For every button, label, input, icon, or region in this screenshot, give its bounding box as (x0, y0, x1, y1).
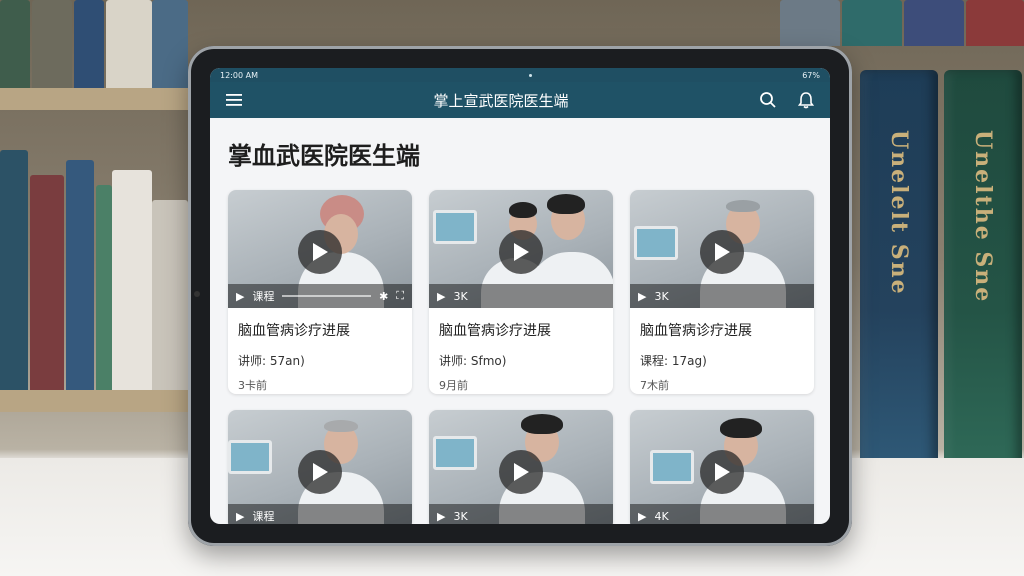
shelf-book (30, 175, 64, 390)
shelf-book (0, 0, 30, 88)
book-spine-text: Unelelt Sne (886, 130, 912, 296)
video-thumbnail[interactable]: ▶ 课程 (228, 410, 412, 524)
app-bar-actions (756, 88, 818, 112)
doctor-hair (547, 194, 585, 214)
shelf-book (842, 0, 902, 46)
doctor-hair (720, 418, 762, 438)
doctor-hair (726, 200, 760, 212)
shelf-book (74, 0, 104, 88)
tablet-device: 12:00 AM 67% 掌上宣武医院医生端 掌血武医院医生端 ▶ 课程 ✱ ⛶… (188, 46, 852, 546)
shelf-book (966, 0, 1024, 46)
play-icon[interactable] (499, 230, 543, 274)
monitor-shape (433, 210, 477, 244)
shelf-board (0, 390, 200, 412)
course-lecturer: 讲师: 57an) (238, 354, 305, 368)
course-title: 脑血管病诊疗进展 (238, 323, 350, 339)
shelf-book (152, 0, 188, 88)
page-title: 掌血武医院医生端 (228, 142, 420, 170)
course-date: 3卡前 (238, 379, 267, 392)
monitor-shape (433, 436, 477, 470)
book-spine: Unelelt Sne (860, 70, 938, 470)
video-controls: ▶ 3K (429, 284, 613, 308)
course-card[interactable]: ▶ 3K (429, 410, 613, 524)
course-title: 脑血管病诊疗进展 (439, 323, 551, 339)
camera-icon (194, 291, 200, 297)
book-spine-text: Unelthe Sne (970, 130, 996, 304)
status-bar: 12:00 AM 67% (210, 68, 830, 82)
settings-icon[interactable]: ✱ (379, 290, 388, 303)
shelf-book (112, 170, 152, 390)
status-time: 12:00 AM (220, 70, 258, 80)
fullscreen-icon[interactable]: ⛶ (396, 289, 404, 303)
play-icon[interactable] (298, 230, 342, 274)
video-controls: ▶ 课程 (228, 504, 412, 524)
play-small-icon[interactable]: ▶ (236, 290, 244, 303)
shelf-book (96, 185, 112, 390)
play-icon[interactable] (700, 450, 744, 494)
shelf-board (0, 88, 200, 110)
course-card[interactable]: ▶ 3K 脑血管病诊疗进展 课程: 17ag) 7木前 (630, 190, 814, 394)
video-controls: ▶ 3K (429, 504, 613, 524)
app-title: 掌上宣武医院医生端 (433, 91, 569, 110)
video-progress[interactable] (282, 295, 372, 297)
course-card[interactable]: ▶ 4K (630, 410, 814, 524)
video-thumbnail[interactable]: ▶ 3K (429, 410, 613, 524)
play-small-icon[interactable]: ▶ (437, 510, 445, 523)
status-battery: 67% (802, 70, 820, 80)
play-small-icon[interactable]: ▶ (638, 290, 646, 303)
course-card[interactable]: ▶ 3K 脑血管病诊疗进展 讲师: Sfmo) 9月前 (429, 190, 613, 394)
course-card[interactable]: ▶ 课程 (228, 410, 412, 524)
video-thumbnail[interactable]: ▶ 3K (630, 190, 814, 308)
video-label: 3K (654, 289, 669, 303)
play-icon[interactable] (298, 450, 342, 494)
doctor-hair (521, 414, 563, 434)
video-thumbnail[interactable]: ▶ 4K (630, 410, 814, 524)
doctor-hair (324, 420, 358, 432)
doctor-hair (509, 202, 537, 218)
video-label: 3K (453, 289, 468, 303)
play-small-icon[interactable]: ▶ (236, 510, 244, 523)
menu-icon[interactable] (222, 88, 246, 112)
course-card[interactable]: ▶ 课程 ✱ ⛶ 脑血管病诊疗进展 讲师: 57an) 3卡前 (228, 190, 412, 394)
play-icon[interactable] (700, 230, 744, 274)
course-lecturer: 讲师: Sfmo) (439, 354, 507, 368)
book-spine: Unelthe Sne (944, 70, 1022, 470)
video-label: 3K (453, 509, 468, 523)
bell-icon[interactable] (794, 88, 818, 112)
video-label: 4K (654, 509, 669, 523)
monitor-shape (228, 440, 272, 474)
course-date: 7木前 (640, 379, 669, 392)
search-icon[interactable] (756, 88, 780, 112)
shelf-book (152, 200, 188, 390)
play-icon[interactable] (499, 450, 543, 494)
video-label: 课程 (252, 290, 275, 303)
course-title: 脑血管病诊疗进展 (640, 323, 752, 339)
status-camera-dot (528, 73, 532, 77)
shelf-book (0, 150, 28, 390)
play-small-icon[interactable]: ▶ (437, 290, 445, 303)
video-thumbnail[interactable]: ▶ 3K (429, 190, 613, 308)
monitor-shape (650, 450, 694, 484)
course-date: 9月前 (439, 379, 468, 392)
shelf-book (66, 160, 94, 390)
shelf-book (904, 0, 964, 46)
video-controls: ▶ 课程 ✱ ⛶ (228, 284, 412, 308)
video-controls: ▶ 3K (630, 284, 814, 308)
shelf-book (106, 0, 152, 88)
shelf-book (32, 0, 72, 88)
monitor-shape (634, 226, 678, 260)
app-screen: 12:00 AM 67% 掌上宣武医院医生端 掌血武医院医生端 ▶ 课程 ✱ ⛶… (210, 68, 830, 524)
video-label: 课程 (252, 510, 275, 523)
app-bar: 掌上宣武医院医生端 (210, 82, 830, 118)
video-controls: ▶ 4K (630, 504, 814, 524)
course-lecturer: 课程: 17ag) (640, 354, 707, 368)
shelf-book (780, 0, 840, 46)
video-thumbnail[interactable]: ▶ 课程 ✱ ⛶ (228, 190, 412, 308)
play-small-icon[interactable]: ▶ (638, 510, 646, 523)
